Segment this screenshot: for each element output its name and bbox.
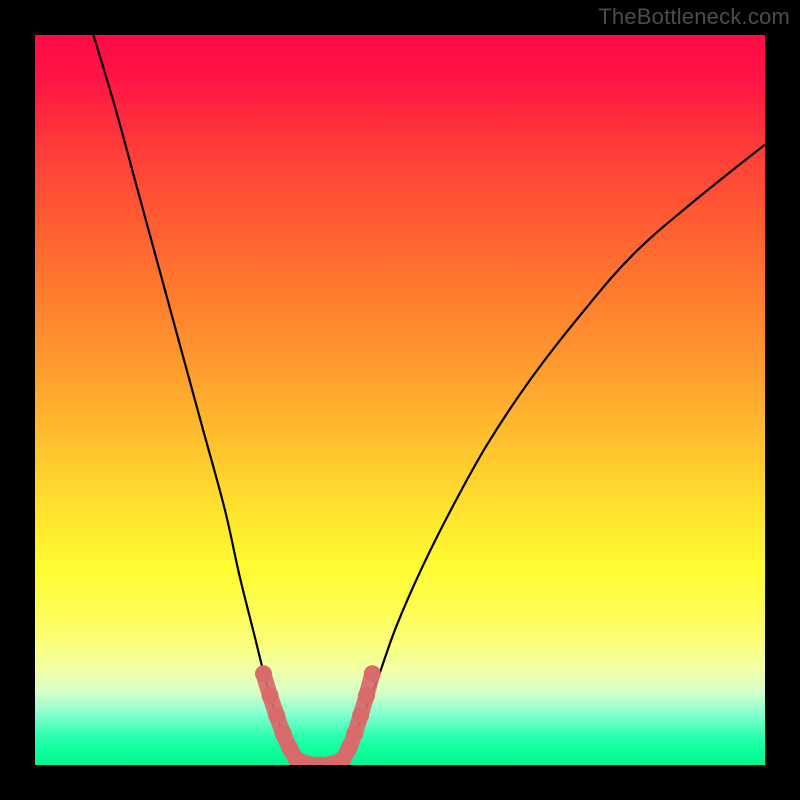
curve-svg — [35, 35, 765, 765]
series-left-curve — [93, 35, 297, 761]
marker-dot — [268, 707, 285, 724]
curve-group — [93, 35, 765, 765]
marker-group — [255, 665, 381, 765]
marker-dot — [262, 687, 279, 704]
marker-dot — [358, 687, 375, 704]
watermark-text: TheBottleneck.com — [598, 4, 790, 30]
series-right-curve — [342, 145, 765, 762]
chart-frame: TheBottleneck.com — [0, 0, 800, 800]
plot-area — [35, 35, 765, 765]
marker-dot — [352, 707, 369, 724]
marker-dot — [275, 725, 292, 742]
marker-dot — [364, 665, 381, 682]
marker-dot — [346, 725, 363, 742]
marker-dot — [255, 665, 272, 682]
